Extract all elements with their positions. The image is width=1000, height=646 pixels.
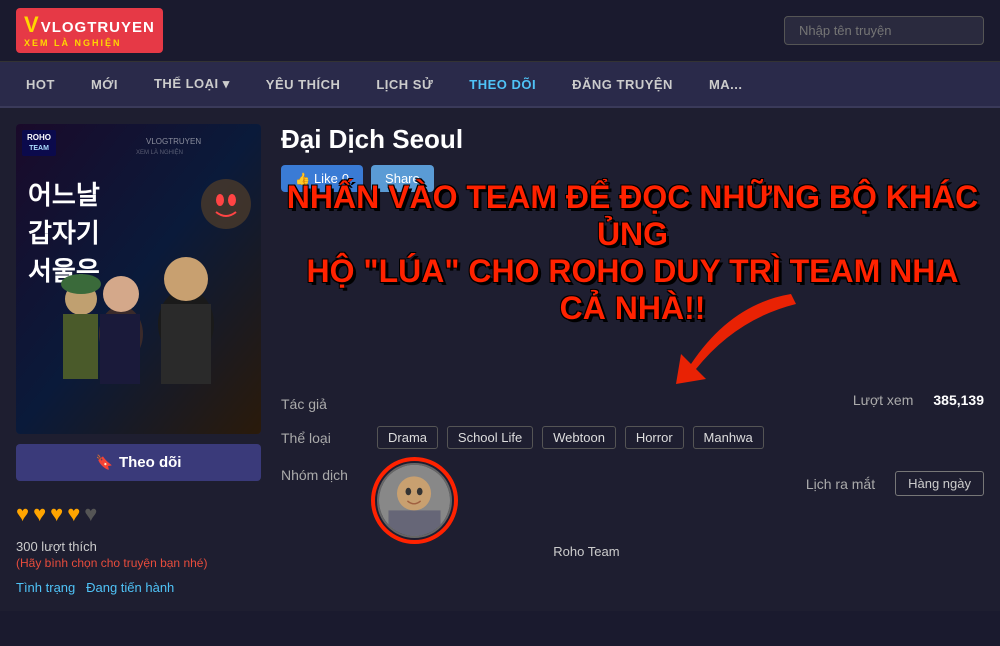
like-button[interactable]: 👍 Like 0 bbox=[281, 165, 363, 192]
nhom-dich-area: Roho Team bbox=[377, 463, 790, 559]
luot-xem-area: Lượt xem 385,139 bbox=[853, 392, 984, 408]
promo-line2: HỘ "LÚA" CHO ROHO DUY TRÌ TEAM NHA CẢ NH… bbox=[281, 253, 984, 327]
svg-text:어느날: 어느날 bbox=[28, 180, 100, 210]
thumbs-up-icon: 👍 bbox=[295, 172, 310, 186]
nav-dang-truyen[interactable]: ĐĂNG TRUYỆN bbox=[554, 63, 691, 106]
svg-text:XEM LÀ NGHIỆN: XEM LÀ NGHIỆN bbox=[136, 148, 183, 156]
action-buttons: 👍 Like 0 Share bbox=[281, 165, 984, 192]
theo-doi-button[interactable]: 🔖 Theo dõi bbox=[16, 444, 261, 481]
tag-webtoon[interactable]: Webtoon bbox=[542, 426, 616, 449]
tag-manhwa[interactable]: Manhwa bbox=[693, 426, 764, 449]
lich-ra-mat-label: Lịch ra mắt bbox=[806, 476, 875, 492]
right-panel: Đại Dịch Seoul 👍 Like 0 Share NHẤN VÀO T… bbox=[281, 124, 984, 595]
star-5[interactable]: ♥ bbox=[84, 501, 97, 527]
cover-svg: 어느날 갑자기 서울은 bbox=[16, 124, 261, 434]
main-content: ROHO TEAM 어느날 갑자기 서울은 bbox=[0, 108, 1000, 611]
promo-overlay: NHẤN VÀO TEAM ĐỂ ĐỌC NHỮNG BỘ KHÁC ỦNG H… bbox=[281, 179, 984, 326]
logo-area[interactable]: VVLOGTRUYEN XEM LÀ NGHIỆN bbox=[16, 8, 163, 53]
like-count: 0 bbox=[342, 171, 349, 186]
manga-title: Đại Dịch Seoul bbox=[281, 124, 984, 155]
nav-theo-doi[interactable]: THEO DÕI bbox=[451, 63, 554, 106]
tag-drama[interactable]: Drama bbox=[377, 426, 438, 449]
left-panel: ROHO TEAM 어느날 갑자기 서울은 bbox=[16, 124, 261, 595]
vote-link[interactable]: (Hãy bình chọn cho truyện bạn nhé) bbox=[16, 556, 261, 570]
tac-gia-row: Tác giả Lượt xem 385,139 bbox=[281, 392, 984, 412]
stars-row: ♥ ♥ ♥ ♥ ♥ bbox=[16, 493, 261, 535]
like-label: Like bbox=[314, 171, 338, 186]
svg-text:갑자기: 갑자기 bbox=[28, 218, 100, 248]
luot-xem-value: 385,139 bbox=[933, 392, 984, 408]
logo-v: V bbox=[24, 12, 39, 37]
tag-horror[interactable]: Horror bbox=[625, 426, 684, 449]
tinh-trang: Tình trạng Đang tiến hành bbox=[16, 580, 261, 595]
tinh-trang-label: Tình trạng bbox=[16, 580, 75, 595]
logo-box[interactable]: VVLOGTRUYEN XEM LÀ NGHIỆN bbox=[16, 8, 163, 53]
team-avatar-inner bbox=[379, 465, 450, 536]
star-3[interactable]: ♥ bbox=[50, 501, 63, 527]
nav-ma[interactable]: MA... bbox=[691, 63, 761, 106]
nhom-dich-row: Nhóm dịch bbox=[281, 463, 984, 559]
manga-cover: ROHO TEAM 어느날 갑자기 서울은 bbox=[16, 124, 261, 434]
bookmark-icon: 🔖 bbox=[96, 454, 113, 471]
avatar-svg bbox=[379, 463, 450, 538]
nav-hot[interactable]: HOT bbox=[8, 63, 73, 106]
info-section: Tác giả Lượt xem 385,139 Thể loại Drama … bbox=[281, 392, 984, 559]
svg-text:VLOGTRUYEN: VLOGTRUYEN bbox=[146, 137, 201, 146]
tinh-trang-value: Đang tiến hành bbox=[86, 580, 174, 595]
navigation: HOT MỚI THỂ LOẠI ▾ YÊU THÍCH LỊCH SỬ THE… bbox=[0, 62, 1000, 108]
star-4[interactable]: ♥ bbox=[67, 501, 80, 527]
lich-ra-mat-value: Hàng ngày bbox=[895, 471, 984, 496]
team-name: Roho Team bbox=[383, 544, 790, 559]
lich-ra-mat-area: Lịch ra mắt Hàng ngày bbox=[806, 471, 984, 496]
nav-lich-su[interactable]: LỊCH SỬ bbox=[358, 63, 451, 106]
star-1[interactable]: ♥ bbox=[16, 501, 29, 527]
nhom-dich-label: Nhóm dịch bbox=[281, 463, 361, 483]
theo-doi-label: Theo dõi bbox=[119, 454, 182, 471]
tags-area: Drama School Life Webtoon Horror Manhwa bbox=[377, 426, 984, 449]
the-loai-row: Thể loại Drama School Life Webtoon Horro… bbox=[281, 426, 984, 449]
the-loai-label: Thể loại bbox=[281, 426, 361, 446]
share-button[interactable]: Share bbox=[371, 165, 434, 192]
nav-moi[interactable]: MỚI bbox=[73, 63, 136, 106]
logo-sub-text: XEM LÀ NGHIỆN bbox=[24, 38, 155, 49]
tag-school[interactable]: School Life bbox=[447, 426, 533, 449]
luot-xem-label: Lượt xem bbox=[853, 392, 914, 408]
roho-badge: ROHO TEAM bbox=[22, 130, 56, 155]
search-input[interactable] bbox=[784, 16, 984, 45]
logo-main-text: VLOGTRUYEN bbox=[41, 19, 155, 36]
star-2[interactable]: ♥ bbox=[33, 501, 46, 527]
tac-gia-label: Tác giả bbox=[281, 392, 361, 412]
votes-text: 300 lượt thích bbox=[16, 539, 261, 554]
header: VVLOGTRUYEN XEM LÀ NGHIỆN bbox=[0, 0, 1000, 62]
nav-yeu-thich[interactable]: YÊU THÍCH bbox=[248, 63, 359, 106]
nav-the-loai[interactable]: THỂ LOẠI ▾ bbox=[136, 62, 248, 106]
team-avatar[interactable] bbox=[377, 463, 452, 538]
